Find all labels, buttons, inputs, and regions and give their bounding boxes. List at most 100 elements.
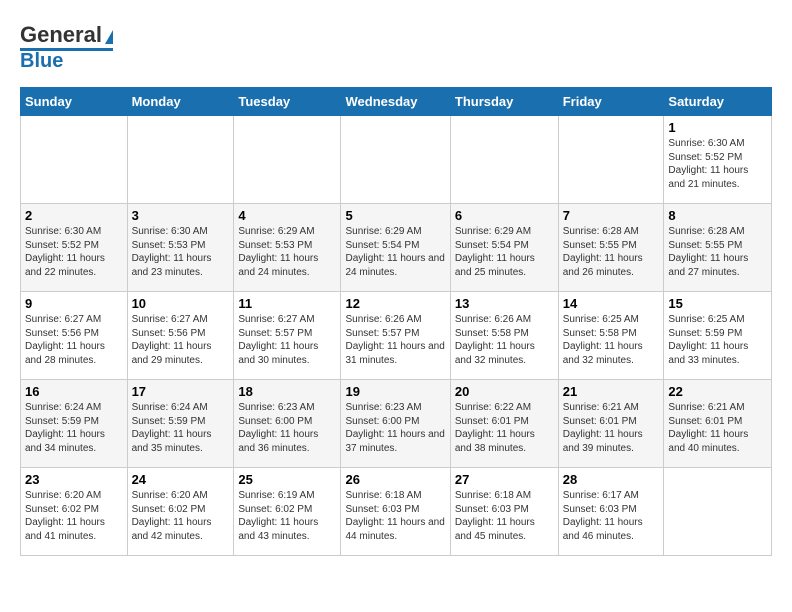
day-info: Sunrise: 6:25 AM Sunset: 5:58 PM Dayligh… (563, 313, 660, 367)
day-info: Sunrise: 6:30 AM Sunset: 5:53 PM Dayligh… (132, 225, 230, 279)
day-number: 27 (455, 472, 554, 487)
calendar-cell-w4d2: 25 Sunrise: 6:19 AM Sunset: 6:02 PM Dayli… (234, 468, 341, 556)
day-info: Sunrise: 6:28 AM Sunset: 5:55 PM Dayligh… (668, 225, 767, 279)
day-number: 8 (668, 208, 767, 223)
calendar-cell-w3d4: 20 Sunrise: 6:22 AM Sunset: 6:01 PM Dayli… (450, 380, 558, 468)
day-number: 4 (238, 208, 336, 223)
day-info: Sunrise: 6:21 AM Sunset: 6:01 PM Dayligh… (668, 401, 767, 455)
day-info: Sunrise: 6:27 AM Sunset: 5:56 PM Dayligh… (25, 313, 123, 367)
calendar-cell-w2d3: 12 Sunrise: 6:26 AM Sunset: 5:57 PM Dayli… (341, 292, 450, 380)
dow-header-friday: Friday (558, 88, 664, 116)
day-number: 12 (345, 296, 445, 311)
day-info: Sunrise: 6:26 AM Sunset: 5:58 PM Dayligh… (455, 313, 554, 367)
day-number: 21 (563, 384, 660, 399)
day-number: 22 (668, 384, 767, 399)
day-number: 24 (132, 472, 230, 487)
calendar-cell-w0d5 (558, 116, 664, 204)
calendar-cell-w0d1 (127, 116, 234, 204)
day-info: Sunrise: 6:23 AM Sunset: 6:00 PM Dayligh… (238, 401, 336, 455)
day-number: 17 (132, 384, 230, 399)
calendar-cell-w2d1: 10 Sunrise: 6:27 AM Sunset: 5:56 PM Dayli… (127, 292, 234, 380)
calendar-cell-w1d5: 7 Sunrise: 6:28 AM Sunset: 5:55 PM Daylig… (558, 204, 664, 292)
day-number: 18 (238, 384, 336, 399)
day-info: Sunrise: 6:25 AM Sunset: 5:59 PM Dayligh… (668, 313, 767, 367)
day-info: Sunrise: 6:29 AM Sunset: 5:54 PM Dayligh… (345, 225, 445, 279)
calendar-cell-w2d0: 9 Sunrise: 6:27 AM Sunset: 5:56 PM Daylig… (21, 292, 128, 380)
day-number: 2 (25, 208, 123, 223)
calendar-cell-w1d0: 2 Sunrise: 6:30 AM Sunset: 5:52 PM Daylig… (21, 204, 128, 292)
calendar-cell-w0d0 (21, 116, 128, 204)
day-info: Sunrise: 6:24 AM Sunset: 5:59 PM Dayligh… (25, 401, 123, 455)
day-info: Sunrise: 6:27 AM Sunset: 5:57 PM Dayligh… (238, 313, 336, 367)
calendar-cell-w1d3: 5 Sunrise: 6:29 AM Sunset: 5:54 PM Daylig… (341, 204, 450, 292)
calendar-cell-w3d2: 18 Sunrise: 6:23 AM Sunset: 6:00 PM Dayli… (234, 380, 341, 468)
day-info: Sunrise: 6:22 AM Sunset: 6:01 PM Dayligh… (455, 401, 554, 455)
day-info: Sunrise: 6:26 AM Sunset: 5:57 PM Dayligh… (345, 313, 445, 367)
calendar-cell-w4d1: 24Sunrise: 6:20 AM Sunset: 6:02 PM Dayli… (127, 468, 234, 556)
calendar-cell-w2d6: 15 Sunrise: 6:25 AM Sunset: 5:59 PM Dayli… (664, 292, 772, 380)
calendar-cell-w3d0: 16 Sunrise: 6:24 AM Sunset: 5:59 PM Dayli… (21, 380, 128, 468)
calendar-cell-w4d6 (664, 468, 772, 556)
day-info: Sunrise: 6:29 AM Sunset: 5:53 PM Dayligh… (238, 225, 336, 279)
day-info: Sunrise: 6:29 AM Sunset: 5:54 PM Dayligh… (455, 225, 554, 279)
day-info: Sunrise: 6:21 AM Sunset: 6:01 PM Dayligh… (563, 401, 660, 455)
day-number: 20 (455, 384, 554, 399)
calendar-cell-w0d6: 1Sunrise: 6:30 AM Sunset: 5:52 PM Daylig… (664, 116, 772, 204)
day-info: Sunrise: 6:30 AM Sunset: 5:52 PM Dayligh… (668, 137, 767, 191)
calendar-cell-w2d2: 11 Sunrise: 6:27 AM Sunset: 5:57 PM Dayli… (234, 292, 341, 380)
day-number: 6 (455, 208, 554, 223)
calendar-cell-w3d5: 21 Sunrise: 6:21 AM Sunset: 6:01 PM Dayli… (558, 380, 664, 468)
calendar-cell-w0d4 (450, 116, 558, 204)
dow-header-sunday: Sunday (21, 88, 128, 116)
day-number: 11 (238, 296, 336, 311)
calendar-cell-w0d2 (234, 116, 341, 204)
calendar-cell-w4d4: 27 Sunrise: 6:18 AM Sunset: 6:03 PM Dayli… (450, 468, 558, 556)
day-info: Sunrise: 6:20 AM Sunset: 6:02 PM Dayligh… (25, 489, 123, 543)
logo-text: General (20, 24, 113, 46)
day-info: Sunrise: 6:27 AM Sunset: 5:56 PM Dayligh… (132, 313, 230, 367)
day-number: 15 (668, 296, 767, 311)
dow-header-thursday: Thursday (450, 88, 558, 116)
day-info: Sunrise: 6:30 AM Sunset: 5:52 PM Dayligh… (25, 225, 123, 279)
day-number: 16 (25, 384, 123, 399)
dow-header-monday: Monday (127, 88, 234, 116)
calendar-cell-w2d4: 13 Sunrise: 6:26 AM Sunset: 5:58 PM Dayli… (450, 292, 558, 380)
calendar-cell-w1d2: 4 Sunrise: 6:29 AM Sunset: 5:53 PM Daylig… (234, 204, 341, 292)
day-info: Sunrise: 6:28 AM Sunset: 5:55 PM Dayligh… (563, 225, 660, 279)
day-number: 19 (345, 384, 445, 399)
header: General Blue (20, 20, 772, 71)
day-info: Sunrise: 6:18 AM Sunset: 6:03 PM Dayligh… (455, 489, 554, 543)
calendar-table: SundayMondayTuesdayWednesdayThursdayFrid… (20, 87, 772, 556)
day-number: 13 (455, 296, 554, 311)
calendar-cell-w3d3: 19 Sunrise: 6:23 AM Sunset: 6:00 PM Dayli… (341, 380, 450, 468)
day-number: 26 (345, 472, 445, 487)
day-number: 10 (132, 296, 230, 311)
dow-header-wednesday: Wednesday (341, 88, 450, 116)
day-info: Sunrise: 6:18 AM Sunset: 6:03 PM Dayligh… (345, 489, 445, 543)
day-number: 9 (25, 296, 123, 311)
day-info: Sunrise: 6:23 AM Sunset: 6:00 PM Dayligh… (345, 401, 445, 455)
calendar-cell-w1d1: 3 Sunrise: 6:30 AM Sunset: 5:53 PM Daylig… (127, 204, 234, 292)
logo-blue: Blue (20, 51, 63, 71)
calendar-cell-w0d3 (341, 116, 450, 204)
dow-header-saturday: Saturday (664, 88, 772, 116)
day-number: 28 (563, 472, 660, 487)
day-info: Sunrise: 6:17 AM Sunset: 6:03 PM Dayligh… (563, 489, 660, 543)
calendar-cell-w3d1: 17 Sunrise: 6:24 AM Sunset: 5:59 PM Dayli… (127, 380, 234, 468)
calendar-cell-w3d6: 22 Sunrise: 6:21 AM Sunset: 6:01 PM Dayli… (664, 380, 772, 468)
calendar-cell-w4d0: 23 Sunrise: 6:20 AM Sunset: 6:02 PM Dayli… (21, 468, 128, 556)
day-info: Sunrise: 6:24 AM Sunset: 5:59 PM Dayligh… (132, 401, 230, 455)
day-number: 25 (238, 472, 336, 487)
day-number: 14 (563, 296, 660, 311)
calendar-cell-w2d5: 14 Sunrise: 6:25 AM Sunset: 5:58 PM Dayli… (558, 292, 664, 380)
dow-header-tuesday: Tuesday (234, 88, 341, 116)
calendar-cell-w1d4: 6 Sunrise: 6:29 AM Sunset: 5:54 PM Daylig… (450, 204, 558, 292)
day-number: 23 (25, 472, 123, 487)
logo: General Blue (20, 24, 113, 71)
calendar-cell-w1d6: 8 Sunrise: 6:28 AM Sunset: 5:55 PM Daylig… (664, 204, 772, 292)
day-number: 3 (132, 208, 230, 223)
day-number: 7 (563, 208, 660, 223)
day-number: 5 (345, 208, 445, 223)
day-info: Sunrise: 6:19 AM Sunset: 6:02 PM Dayligh… (238, 489, 336, 543)
calendar-cell-w4d5: 28 Sunrise: 6:17 AM Sunset: 6:03 PM Dayli… (558, 468, 664, 556)
